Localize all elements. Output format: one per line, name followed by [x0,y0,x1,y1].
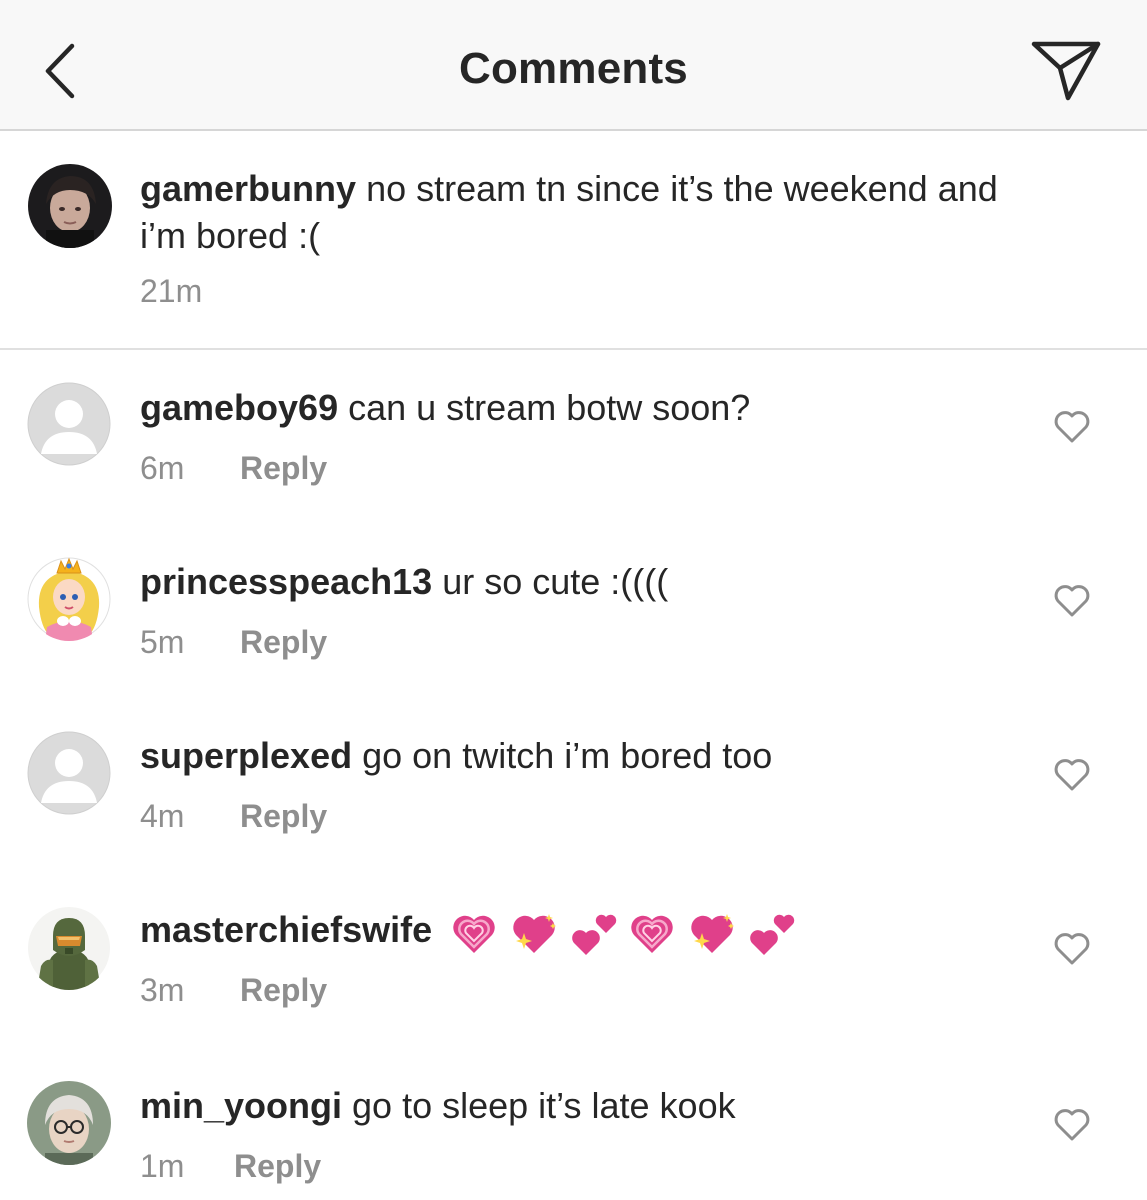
caption-text: gamerbunny no stream tn since it’s the w… [140,165,1120,259]
comment-text: masterchiefswife [140,906,796,957]
comment-text: gameboy69 can u stream botw soon? [140,384,750,431]
comment-text: superplexed go on twitch i’m bored too [140,732,772,779]
like-heart-icon[interactable] [1052,1104,1092,1144]
reply-button[interactable]: Reply [234,1148,321,1185]
reply-button[interactable]: Reply [240,450,327,487]
two-hearts-icon [572,915,617,956]
comment-timestamp: 1m [140,1148,185,1184]
avatar[interactable] [27,557,111,641]
comment-text: princesspeach13 ur so cute :(((( [140,558,668,605]
like-heart-icon[interactable] [1052,406,1092,446]
avatar[interactable] [27,1081,111,1165]
share-button[interactable] [1026,36,1106,106]
sparkling-heart-icon [691,914,735,954]
comment-timestamp: 5m [140,624,185,660]
two-hearts-icon [750,915,795,956]
comment-text: min_yoongi go to sleep it’s late kook [140,1082,736,1129]
paper-plane-icon [1031,41,1101,101]
comment-username[interactable]: gameboy69 [140,387,338,428]
comment-username[interactable]: princesspeach13 [140,561,432,602]
avatar[interactable] [27,906,111,990]
avatar[interactable] [28,164,112,248]
heart-icon [453,916,495,954]
comment-body: can u stream botw soon? [348,387,751,428]
comment-username[interactable]: masterchiefswife [140,909,432,950]
sparkling-heart-icon [513,914,557,954]
reply-button[interactable]: Reply [240,624,327,661]
page-title: Comments [459,44,688,93]
comment-username[interactable]: min_yoongi [140,1085,342,1126]
comment-timestamp: 6m [140,450,185,486]
caption-timestamp: 21m [140,273,203,309]
comment-timestamp: 3m [140,972,185,1008]
reply-button[interactable]: Reply [240,798,327,835]
like-heart-icon[interactable] [1052,580,1092,620]
like-heart-icon[interactable] [1052,754,1092,794]
like-heart-icon[interactable] [1052,928,1092,968]
emoji-group [450,908,796,957]
comments-header: Comments [0,0,1147,131]
comment-body: ur so cute :(((( [442,561,669,602]
heart-icon [631,916,673,954]
reply-button[interactable]: Reply [240,972,327,1009]
comment-body: go on twitch i’m bored too [362,735,773,776]
comment-body: go to sleep it’s late kook [352,1085,736,1126]
caption-body-line2: i’m bored :( [140,215,321,256]
avatar[interactable] [27,382,111,466]
caption-username[interactable]: gamerbunny [140,168,356,209]
caption-body-line1: no stream tn since it’s the weekend and [366,168,998,209]
avatar[interactable] [27,731,111,815]
caption-section: gamerbunny no stream tn since it’s the w… [0,131,1147,350]
comment-timestamp: 4m [140,798,185,834]
comment-username[interactable]: superplexed [140,735,352,776]
